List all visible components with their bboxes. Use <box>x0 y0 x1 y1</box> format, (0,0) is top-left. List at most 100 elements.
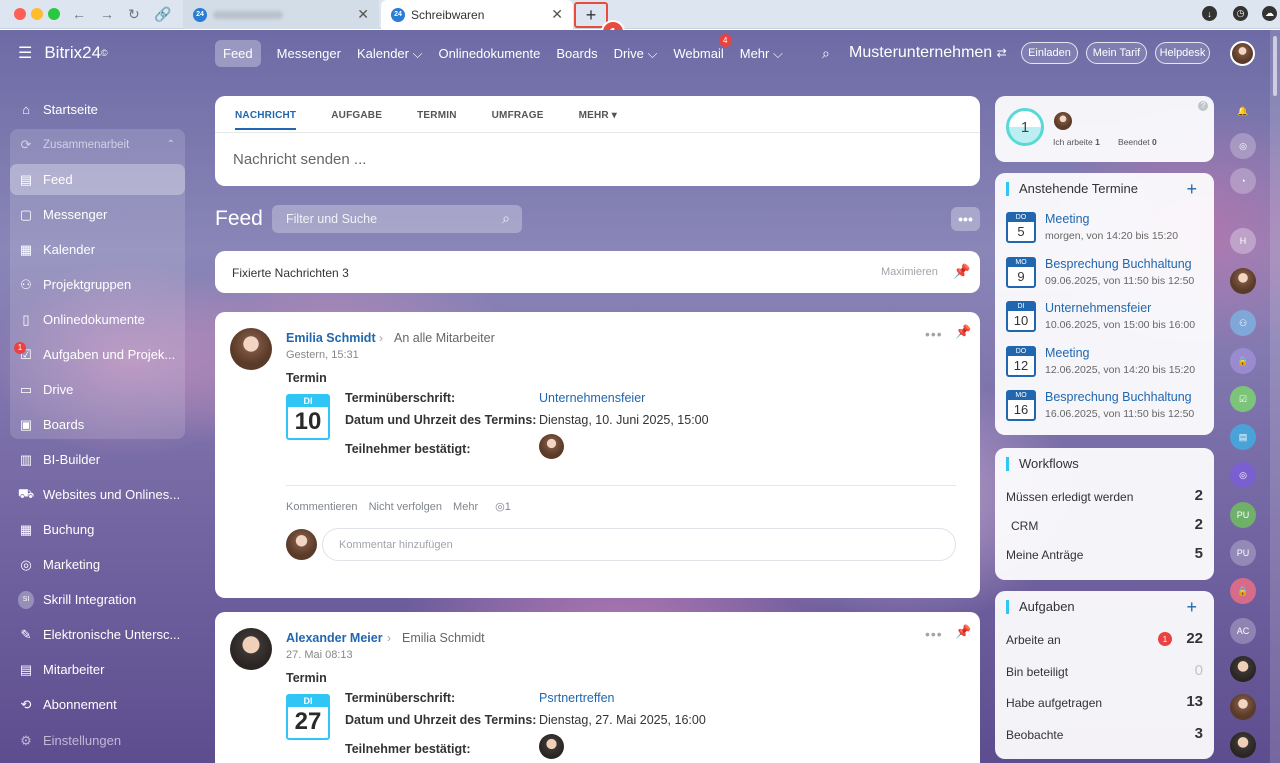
spiral-icon[interactable]: ◎ <box>1230 462 1256 488</box>
sidebar-item-messenger[interactable]: ▢ Messenger <box>10 199 185 230</box>
nav-kalender[interactable]: Kalender ⌵ <box>357 40 423 67</box>
add-event-button[interactable]: + <box>1186 179 1197 200</box>
author-avatar[interactable] <box>230 628 272 670</box>
user-initials-h[interactable]: H <box>1230 228 1256 254</box>
lock-icon[interactable]: 🔒 <box>1230 348 1256 374</box>
download-icon[interactable]: ↓ <box>1202 6 1217 21</box>
pinned-messages-bar[interactable]: Fixierte Nachrichten 3 Maximieren 📌 <box>215 251 980 293</box>
feed-more-button[interactable]: ••• <box>951 207 980 231</box>
maximize-link[interactable]: Maximieren <box>881 266 938 278</box>
chat-bubble-icon[interactable]: ◔ <box>1230 168 1256 194</box>
author-avatar[interactable] <box>230 328 272 370</box>
task-row[interactable]: Arbeite an 1 22 <box>1006 630 1203 647</box>
task-row[interactable]: Bin beteiligt 0 <box>1006 662 1203 679</box>
comment-link[interactable]: Kommentieren <box>286 501 358 513</box>
bitrix-logo[interactable]: ☰ Bitrix24 © <box>18 43 108 63</box>
sidebar-item-marketing[interactable]: ◎ Marketing <box>10 549 185 580</box>
sidebar-item-websites[interactable]: ⛟ Websites und Onlines... <box>10 479 185 510</box>
check-icon[interactable]: ☑ <box>1230 386 1256 412</box>
more-link[interactable]: Mehr <box>453 501 478 513</box>
author-name[interactable]: Alexander Meier <box>286 631 383 645</box>
nav-drive[interactable]: Drive ⌵ <box>614 40 658 67</box>
user-initials-ac[interactable]: AC <box>1230 618 1256 644</box>
user-avatar[interactable] <box>1230 656 1256 682</box>
unfollow-link[interactable]: Nicht verfolgen <box>369 501 442 513</box>
task-row[interactable]: Beobachte 3 <box>1006 725 1203 742</box>
pin-icon[interactable]: 📌 <box>953 263 970 280</box>
tab-umfrage[interactable]: UMFRAGE <box>492 110 544 130</box>
user-avatar[interactable] <box>1230 732 1256 758</box>
reload-icon[interactable]: ↻ <box>128 5 140 23</box>
search-icon[interactable]: ⌕ <box>502 210 510 227</box>
nav-messenger[interactable]: Messenger <box>277 40 341 67</box>
sidebar-item-projektgruppen[interactable]: ⚇ Projektgruppen <box>10 269 185 300</box>
event-item[interactable]: MO 9 Besprechung Buchhaltung 09.06.2025, vo… <box>1006 257 1206 293</box>
close-tab-icon[interactable]: ✕ <box>357 6 369 23</box>
user-initials-pu[interactable]: PU <box>1230 540 1256 566</box>
sidebar-item-boards[interactable]: ▣ Boards <box>10 409 185 440</box>
post-date[interactable]: 27. Mai 08:13 <box>286 649 353 661</box>
user-avatar[interactable] <box>1230 268 1256 294</box>
bell-icon[interactable]: 🔔 <box>1230 98 1256 124</box>
participant-avatar[interactable] <box>539 434 564 459</box>
company-name[interactable]: Musterunternehmen ⇄ <box>849 44 1007 62</box>
cloud-icon[interactable]: ☁ <box>1262 6 1277 21</box>
hamburger-menu-icon[interactable]: ☰ <box>18 43 32 63</box>
tarif-button[interactable]: Mein Tarif <box>1086 42 1147 64</box>
sidebar-item-signatur[interactable]: ✎ Elektronische Untersc... <box>10 619 185 650</box>
sidebar-item-mitarbeiter[interactable]: ▤ Mitarbeiter <box>10 654 185 685</box>
sidebar-item-startseite[interactable]: ⌂ Startseite <box>10 94 185 125</box>
einladen-button[interactable]: Einladen <box>1021 42 1078 64</box>
task-row[interactable]: Habe aufgetragen 13 <box>1006 693 1203 710</box>
tab-termin[interactable]: TERMIN <box>417 110 457 130</box>
user-avatar[interactable] <box>1230 694 1256 720</box>
comment-input[interactable]: Kommentar hinzufügen <box>322 528 956 561</box>
nav-mehr[interactable]: Mehr ⌵ <box>740 40 783 67</box>
post-menu-icon[interactable]: ••• <box>925 326 943 342</box>
browser-tab-2[interactable]: 24 Schreibwaren ✕ <box>381 0 573 29</box>
sidebar-item-onlinedokumente[interactable]: ▯ Onlinedokumente <box>10 304 185 335</box>
event-item[interactable]: MO 16 Besprechung Buchhaltung 16.06.2025, v… <box>1006 390 1206 426</box>
sidebar-item-buchung[interactable]: ▦ Buchung <box>10 514 185 545</box>
team-icon[interactable]: ⚇ <box>1230 310 1256 336</box>
tab-aufgabe[interactable]: AUFGABE <box>331 110 382 130</box>
pin-icon[interactable]: 📌 <box>955 324 971 340</box>
author-name[interactable]: Emilia Schmidt <box>286 331 376 345</box>
nav-webmail[interactable]: Webmail 4 <box>673 34 732 67</box>
event-item[interactable]: DO 5 Meeting morgen, von 14:20 bis 15:20 <box>1006 212 1206 248</box>
event-title-value[interactable]: Psrtnertreffen <box>539 691 615 705</box>
nav-boards[interactable]: Boards <box>556 40 597 67</box>
search-icon[interactable]: ⌕ <box>822 45 830 62</box>
sidebar-item-kalender[interactable]: ▦ Kalender <box>10 234 185 265</box>
event-title-value[interactable]: Unternehmensfeier <box>539 391 645 405</box>
close-tab-icon[interactable]: ✕ <box>551 6 563 23</box>
filter-search-input[interactable]: Filter und Suche ⌕ <box>272 205 522 233</box>
helpdesk-button[interactable]: Helpdesk <box>1155 42 1210 64</box>
event-item[interactable]: DO 12 Meeting 12.06.2025, von 14:20 bis 15:… <box>1006 346 1206 382</box>
sidebar-item-zusammenarbeit[interactable]: ⟳ Zusammenarbeit ⌃ <box>10 129 185 160</box>
workflow-row[interactable]: Meine Anträge 5 <box>1006 545 1203 562</box>
minimize-window-button[interactable] <box>31 8 43 20</box>
message-input[interactable]: Nachricht senden ... <box>233 151 366 168</box>
recipient[interactable]: Emilia Schmidt <box>402 631 485 645</box>
nav-onlinedokumente[interactable]: Onlinedokumente <box>438 40 540 67</box>
pin-icon[interactable]: 📌 <box>955 624 971 640</box>
sidebar-item-feed[interactable]: ▤ Feed <box>10 164 185 195</box>
post-date[interactable]: Gestern, 15:31 <box>286 349 359 361</box>
message-icon[interactable]: ▤ <box>1230 424 1256 450</box>
event-item[interactable]: DI 10 Unternehmensfeier 10.06.2025, von 15:… <box>1006 301 1206 337</box>
add-task-button[interactable]: + <box>1186 597 1197 618</box>
workflow-row[interactable]: CRM 2 <box>1006 516 1203 533</box>
workflow-row[interactable]: Müssen erledigt werden 2 <box>1006 487 1203 504</box>
worktime-ring[interactable]: 1 <box>1006 108 1044 146</box>
sidebar-item-skrill[interactable]: SI Skrill Integration <box>10 584 185 615</box>
post-menu-icon[interactable]: ••• <box>925 626 943 642</box>
back-arrow-icon[interactable]: ← <box>72 5 86 23</box>
recipient[interactable]: An alle Mitarbeiter <box>394 331 495 345</box>
pulse-icon[interactable]: ◎ <box>1230 133 1256 159</box>
tab-mehr[interactable]: MEHR ▾ <box>579 110 617 130</box>
sidebar-item-einstellungen[interactable]: ⚙ Einstellungen <box>10 725 185 756</box>
browser-tab-1[interactable]: 24 ✕ <box>183 0 379 29</box>
maximize-window-button[interactable] <box>48 8 60 20</box>
sidebar-item-bi-builder[interactable]: ▥ BI-Builder <box>10 444 185 475</box>
